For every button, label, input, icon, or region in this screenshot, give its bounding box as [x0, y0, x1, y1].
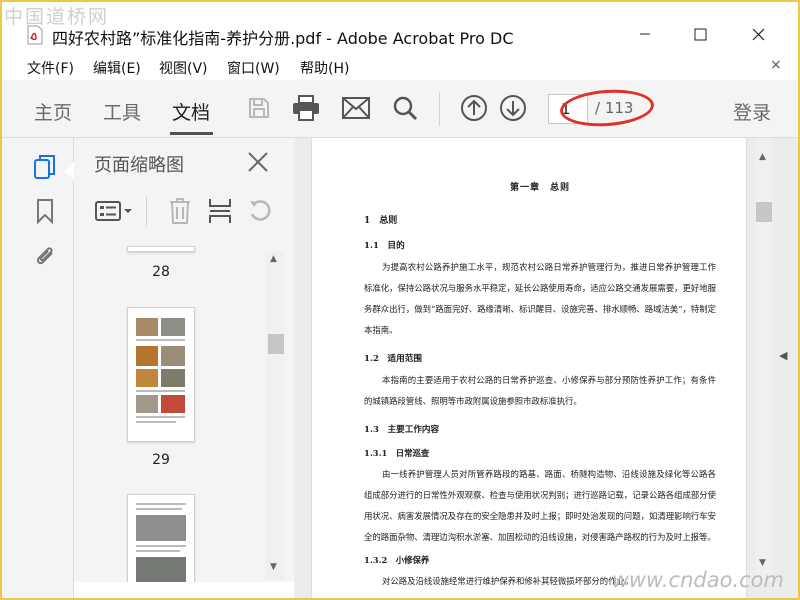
panel-title: 页面缩略图 [94, 155, 184, 176]
menu-help[interactable]: 帮助(H) [300, 58, 349, 78]
print-icon [293, 95, 319, 121]
menu-window[interactable]: 窗口(W) [227, 58, 280, 78]
rotate-pages-button[interactable] [246, 196, 274, 226]
page-up-icon [461, 95, 487, 121]
scroll-up-arrow[interactable]: ▲ [270, 254, 277, 264]
close-document-button[interactable]: × [770, 57, 782, 73]
rotate-icon [250, 200, 271, 221]
menu-view[interactable]: 视图(V) [159, 58, 208, 78]
thumbnail-page[interactable] [127, 307, 195, 442]
right-pane-arrow[interactable]: ◀ [779, 349, 787, 362]
panel-toolbar-separator [146, 196, 147, 226]
thumbnail-label: 29 [152, 452, 170, 468]
scroll-down-arrow[interactable]: ▼ [759, 558, 766, 568]
thumbnail-preview [136, 503, 186, 582]
document-page: 第一章 总则 1 总则 1.1 目的 为提高农村公路养护施工水平，规范农村公路日… [311, 138, 747, 598]
maximize-icon [694, 28, 706, 40]
maximize-button[interactable] [682, 20, 718, 48]
chapter-title: 第一章 总则 [509, 183, 570, 193]
scrollbar-thumb[interactable] [756, 202, 772, 222]
toolbar-separator [439, 92, 440, 126]
page-down-icon [500, 95, 526, 121]
menu-bar: 文件(F) 编辑(E) 视图(V) 窗口(W) 帮助(H) × [2, 54, 798, 80]
page-thumbnails-button[interactable] [32, 154, 58, 180]
screenshot-frame: 中国道桥网 www.cndao.com 四好农村路”标准化指南-养护分册.pdf… [0, 0, 800, 600]
close-icon [248, 152, 268, 172]
thumbnail-scrollbar[interactable]: ▲ ▼ [266, 252, 284, 580]
title-bar: 四好农村路”标准化指南-养护分册.pdf - Adobe Acrobat Pro… [2, 2, 798, 54]
scrollbar-thumb[interactable] [268, 334, 284, 354]
thumbnail-options-button[interactable] [94, 196, 134, 226]
tab-document[interactable]: 文档 [172, 98, 210, 125]
section-heading: 1.3 主要工作内容 [364, 425, 440, 435]
thumbnail-label: 28 [152, 264, 170, 280]
menu-edit[interactable]: 编辑(E) [93, 58, 141, 78]
section-heading: 1 总则 [364, 216, 398, 226]
paragraph: 本指南的主要适用于农村公路的日常养护巡查、小修保养与部分预防性养护工作；有条件的… [364, 375, 716, 406]
minimize-button[interactable] [627, 20, 663, 48]
section-heading: 1.1 目的 [364, 241, 405, 251]
delete-icon [170, 198, 190, 224]
close-panel-button[interactable] [246, 150, 270, 174]
menu-file[interactable]: 文件(F) [27, 58, 74, 78]
extract-pages-button[interactable] [206, 196, 234, 226]
close-window-button[interactable] [740, 20, 776, 48]
attachment-icon [36, 247, 53, 265]
panel-toolbar [74, 186, 294, 238]
save-icon [249, 98, 269, 118]
thumbnails-panel: 页面缩略图 28 29 ▲ ▼ [74, 138, 294, 582]
bookmarks-button[interactable] [32, 198, 58, 224]
scroll-up-arrow[interactable]: ▲ [759, 152, 766, 162]
paragraph: 为提高农村公路养护施工水平，规范农村公路日常养护管理行为，推进日常养护管理工作标… [364, 262, 716, 335]
login-button[interactable]: 登录 [733, 98, 771, 125]
next-page-button[interactable] [499, 94, 527, 122]
attachments-button[interactable] [32, 242, 58, 268]
close-icon [752, 28, 764, 40]
email-icon [342, 97, 370, 119]
thumbnail-list: 28 29 [74, 246, 284, 582]
save-button[interactable] [245, 94, 273, 122]
extract-icon [209, 199, 231, 223]
email-button[interactable] [342, 94, 370, 122]
document-scrollbar[interactable]: ▲ ▼ [755, 138, 773, 582]
tab-home[interactable]: 主页 [34, 98, 72, 125]
print-button[interactable] [292, 94, 320, 122]
thumbnail-page[interactable] [127, 246, 195, 252]
subsection-heading: 1.3.1 日常巡查 [364, 448, 430, 458]
main-toolbar: 主页 工具 文档 1 / 113 登录 [2, 80, 798, 138]
minimize-icon [640, 33, 650, 35]
bookmark-icon [37, 199, 53, 224]
thumbnail-preview [136, 318, 185, 423]
document-viewport: 第一章 总则 1 总则 1.1 目的 为提高农村公路养护施工水平，规范农村公路日… [294, 138, 798, 598]
thumbnail-page[interactable] [127, 494, 195, 582]
navigation-rail [2, 138, 74, 598]
options-menu-icon [95, 201, 132, 221]
section-heading: 1.2 适用范围 [364, 354, 422, 364]
watermark-url: www.cndao.com [611, 568, 784, 592]
search-icon [393, 96, 418, 121]
page-thumbnails-icon [34, 155, 55, 179]
active-tab-indicator [170, 132, 213, 135]
delete-pages-button[interactable] [166, 196, 194, 226]
search-button[interactable] [391, 94, 419, 122]
tab-tools[interactable]: 工具 [103, 98, 141, 125]
paragraph: 由一线养护管理人员对所管养路段的路基、路面、桥隧构造物、沿线设施及绿化等公路各组… [364, 469, 716, 542]
previous-page-button[interactable] [460, 94, 488, 122]
scroll-down-arrow[interactable]: ▼ [270, 562, 277, 572]
rail-active-pointer [64, 162, 74, 180]
watermark-logo-text: 中国道桥网 [4, 6, 110, 28]
window-title: 四好农村路”标准化指南-养护分册.pdf - Adobe Acrobat Pro… [52, 29, 514, 48]
